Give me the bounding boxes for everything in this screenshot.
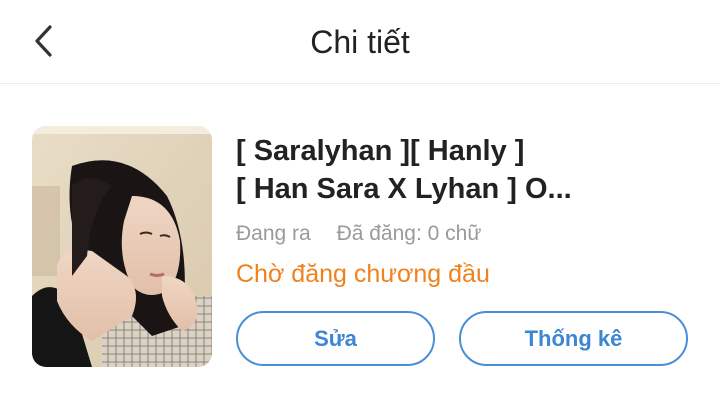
cover-photo	[32, 126, 212, 367]
back-button[interactable]	[22, 18, 66, 62]
header-bar: Chi tiết	[0, 0, 720, 84]
edit-button[interactable]: Sửa	[236, 311, 435, 366]
chevron-left-icon	[35, 25, 52, 57]
story-cover-image[interactable]	[32, 126, 212, 367]
story-word-count: Đã đăng: 0 chữ	[336, 222, 482, 245]
story-title-line-2: [ Han Sara X Lyhan ] O...	[236, 173, 572, 205]
story-title-line-1: [ Saralyhan ][ Hanly ]	[236, 135, 525, 167]
story-meta: Đang ra Đã đăng: 0 chữ	[236, 222, 481, 246]
stats-button[interactable]: Thống kê	[459, 311, 688, 366]
story-title[interactable]: [ Saralyhan ][ Hanly ] [ Han Sara X Lyha…	[236, 132, 696, 208]
status-text: Chờ đăng chương đầu	[236, 260, 490, 288]
page-title: Chi tiết	[310, 24, 410, 60]
story-state: Đang ra	[236, 222, 311, 245]
